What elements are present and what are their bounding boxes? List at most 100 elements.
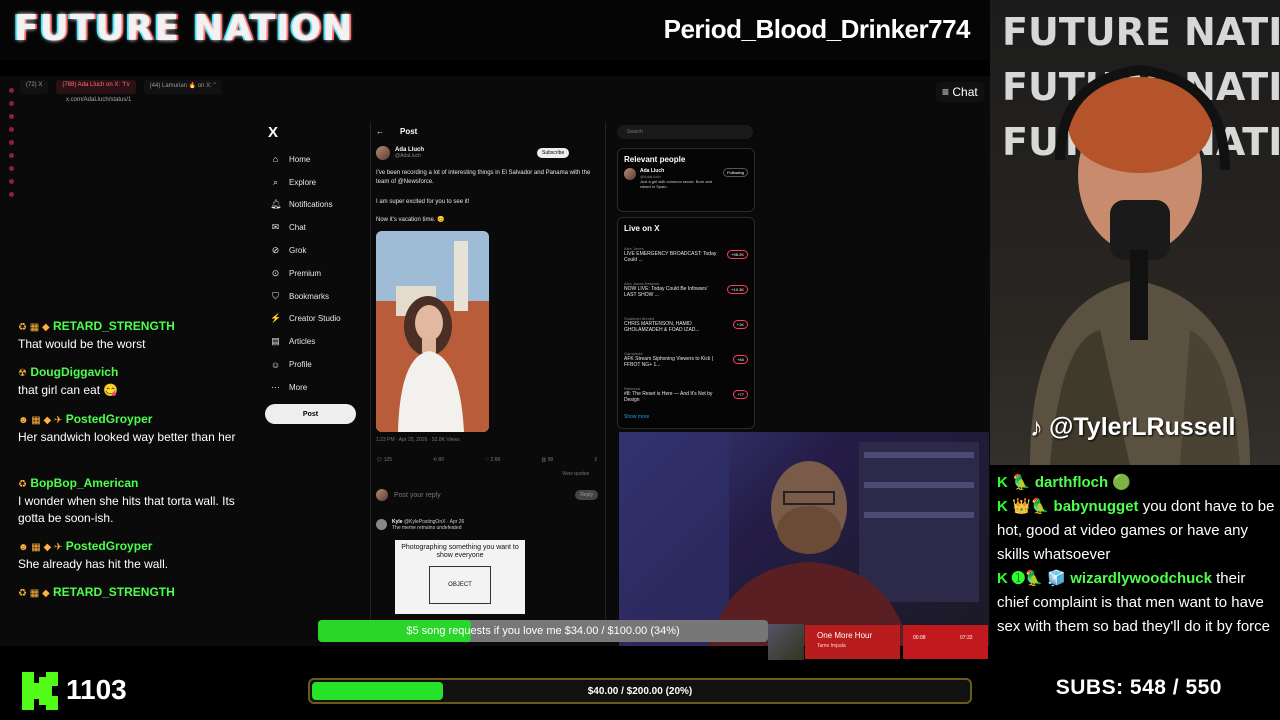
reply-post[interactable]: Kyle @KylePostingOnX · Apr 26 The meme r…: [376, 519, 464, 531]
live-item[interactable]: Rebecca #8: The Reset is Here — And It's …: [618, 377, 754, 412]
chat-text: I wonder when she hits that torta wall. …: [18, 494, 235, 525]
post-header-title: Post: [400, 127, 418, 136]
chat-text: She already has hit the wall.: [18, 557, 169, 571]
live-item[interactable]: Gamahold AFK Stream Siphoning Viewers to …: [618, 342, 754, 377]
nav-item-profile[interactable]: ☺ Profile: [270, 353, 341, 376]
post-actions: 💬︎ 125 ⟲ 80 ♡ 2.6K ▥ 98 ↥: [376, 457, 598, 463]
streamer-name: Period_Blood_Drinker774: [663, 14, 971, 44]
show-more-link[interactable]: Show more: [618, 412, 754, 422]
chat-badges: ☢: [18, 368, 27, 379]
nav-item-articles[interactable]: ▤ Articles: [270, 330, 341, 353]
chat-message: ☢ DougDiggavich that girl can eat 😋: [18, 364, 248, 399]
live-count-badge: +77: [733, 390, 748, 399]
reply-composer[interactable]: Post your reply Reply: [376, 489, 598, 501]
post-meta: 1:23 PM · Apr 25, 2026 · 52.8K Views: [376, 437, 460, 443]
chat-message: ♻ ▦ ◆ RETARD_STRENGTH: [18, 584, 248, 602]
nav-item-label: Notifications: [289, 200, 333, 210]
live-title: #8: The Reset is Here — And It's Not by …: [624, 391, 713, 403]
nav-item-home[interactable]: ⌂ Home: [270, 148, 341, 171]
chat-username[interactable]: BopBop_American: [30, 476, 138, 490]
webcam-main: FUTURE NATION FUTURE NATION FUTURE NATIO…: [990, 0, 1280, 465]
meme-object: OBJECT: [429, 566, 491, 604]
search-icon: ⌕: [272, 176, 279, 187]
chat-button[interactable]: ≡ Chat: [936, 82, 984, 102]
now-playing-album-art: [768, 624, 804, 660]
avatar[interactable]: [624, 168, 636, 180]
browser-tab[interactable]: (72) X: [20, 80, 49, 94]
post-text-1: I've been recording a lot of interesting…: [376, 170, 591, 185]
post-header: ← Post: [376, 127, 417, 136]
reply-input[interactable]: Post your reply: [394, 492, 441, 499]
back-arrow-icon[interactable]: ←: [376, 127, 384, 136]
chat-username[interactable]: darthfloch: [1035, 474, 1108, 491]
search-input[interactable]: Search: [617, 125, 753, 139]
x-logo[interactable]: X: [268, 124, 278, 141]
nav-item-more[interactable]: ⋯ More: [270, 376, 341, 399]
share-icon[interactable]: ↥: [594, 457, 598, 463]
nav-item-explore[interactable]: ⌕ Explore: [270, 171, 341, 194]
reply-button[interactable]: Reply: [575, 490, 598, 500]
chat-message: K ➊🦜 🧊 wizardlywoodchuck their chief com…: [997, 567, 1275, 639]
chat-lines-icon: ≡: [942, 85, 950, 99]
more-icon: ⋯: [271, 381, 280, 392]
time-elapsed: 00:08: [913, 635, 926, 641]
views-count[interactable]: ▥ 98: [541, 457, 553, 463]
chat-username[interactable]: PostedGroyper: [66, 539, 153, 553]
chat-badges: ☻ ▦ ◆ ✈: [18, 415, 63, 426]
live-item[interactable]: Alex Jones Network NOW LIVE: Today Could …: [618, 272, 754, 307]
avatar[interactable]: [376, 146, 390, 160]
chat-username[interactable]: RETARD_STRENGTH: [53, 585, 175, 599]
nav-item-label: Premium: [289, 268, 322, 278]
subscribe-button[interactable]: Subscribe: [537, 148, 570, 158]
nav-item-label: Grok: [289, 246, 307, 256]
chat-badges: K ➊🦜 🧊: [997, 570, 1067, 587]
nav-item-label: Chat: [289, 223, 306, 233]
chat-text: Her sandwich looked way better than her: [18, 430, 236, 444]
chat-badges: K 🦜: [997, 474, 1031, 491]
nav-item-chat[interactable]: ✉ Chat: [270, 216, 341, 239]
chat-username[interactable]: DougDiggavich: [30, 365, 118, 379]
nav-item-premium[interactable]: ⊙ Premium: [270, 262, 341, 285]
nav-item-grok[interactable]: ⊘ Grok: [270, 239, 341, 262]
live-count-badge: +98.2K: [727, 250, 748, 259]
kick-follower-count: 1103: [66, 674, 127, 705]
chat-badges: K 👑🦜: [997, 498, 1050, 515]
url-bar[interactable]: x.com/AdaLluch/status/1: [66, 97, 131, 103]
chat-text: that girl can eat 😋: [18, 383, 119, 397]
nav-item-label: Explore: [289, 177, 317, 187]
svg-text:FUTURE NATION: FUTURE NATION: [1002, 10, 1280, 54]
chat-username[interactable]: PostedGroyper: [66, 412, 153, 426]
live-title: LIVE EMERGENCY BROADCAST: Today Could ..…: [624, 251, 717, 263]
chat-username[interactable]: babynugget: [1054, 498, 1139, 515]
nav-item-label: Creator Studio: [289, 314, 341, 324]
nav-item-label: Home: [289, 154, 311, 164]
view-quotes-link[interactable]: View quotes: [562, 471, 589, 477]
browser-tab[interactable]: (44) Lamurian 🔥 on X: ": [143, 80, 222, 94]
browser-tab-active[interactable]: (788) Ada Lluch on X: "I'v: [56, 80, 136, 94]
tiktok-handle: ♪ @TylerLRussell: [1030, 412, 1235, 443]
chat-text: 🟢: [1112, 474, 1132, 491]
nav-item-bookmarks[interactable]: ⛉ Bookmarks: [270, 285, 341, 308]
profile-icon: ☺: [270, 359, 281, 370]
post-button[interactable]: Post: [265, 404, 356, 424]
post-image[interactable]: [376, 231, 489, 432]
live-count-badge: +10.3K: [727, 285, 748, 294]
like-count[interactable]: ♡ 2.6K: [485, 457, 501, 463]
nav-item-creator-studio[interactable]: ⚡ Creator Studio: [270, 308, 341, 331]
live-count-badge: +84: [733, 355, 748, 364]
brand-logo: FUTURE NATION: [14, 8, 354, 49]
following-button[interactable]: Following: [723, 168, 748, 177]
relevant-bio: Just a girl with common sense. Born and …: [640, 179, 713, 189]
live-item[interactable]: Alex Jones LIVE EMERGENCY BROADCAST: Toda…: [618, 237, 754, 272]
chat-username[interactable]: RETARD_STRENGTH: [53, 319, 175, 333]
nav-item-label: Bookmarks: [289, 291, 330, 301]
nav-item-notifications[interactable]: 🔔︎ Notifications: [270, 194, 341, 217]
repost-count[interactable]: ⟲ 80: [433, 457, 444, 463]
meme-image[interactable]: Photographing something you want to show…: [395, 540, 525, 614]
reply-count[interactable]: 💬︎ 125: [376, 457, 392, 463]
post-author[interactable]: Ada Lluch @AdaLluch: [376, 146, 424, 160]
tiktok-handle-text: @TylerLRussell: [1049, 413, 1236, 441]
live-item[interactable]: Sulaiman Ahmed CHRIS MARTENSON, HAMID GHO…: [618, 307, 754, 342]
chat-username[interactable]: wizardlywoodchuck: [1070, 570, 1212, 587]
chat-message: K 👑🦜 babynugget you dont have to be hot,…: [997, 495, 1275, 567]
